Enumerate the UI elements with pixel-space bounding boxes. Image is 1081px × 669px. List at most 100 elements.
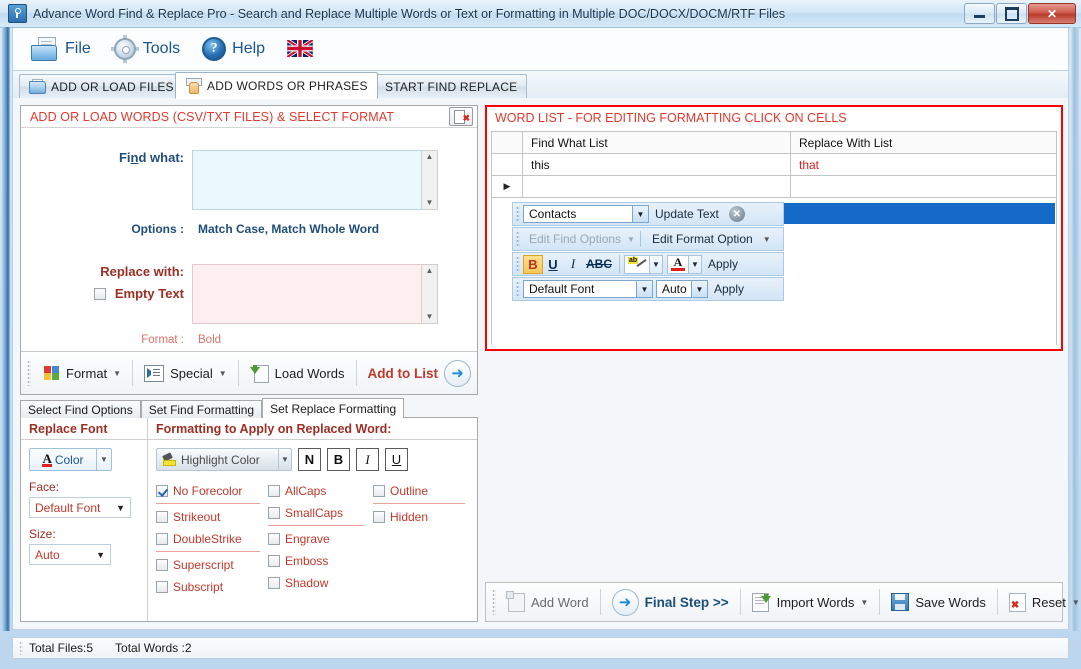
replace-with-scrollbar[interactable]: ▲ ▼ xyxy=(422,264,438,324)
normal-style-button[interactable]: N xyxy=(298,448,321,471)
checkbox-outline[interactable]: Outline xyxy=(373,480,473,502)
import-words-button[interactable]: Import Words ▼ xyxy=(744,589,877,615)
table-row[interactable]: ▶ xyxy=(492,176,1056,198)
save-words-button[interactable]: Save Words xyxy=(883,589,994,615)
empty-text-checkbox[interactable] xyxy=(94,288,107,300)
face-label: Face: xyxy=(29,480,60,494)
tab-add-words-or-phrases[interactable]: ADD WORDS OR PHRASES xyxy=(175,72,378,99)
tab-start-find-replace[interactable]: START FIND REPLACE xyxy=(353,74,528,98)
font-color-dropdown[interactable]: ▼ xyxy=(689,254,702,274)
format-button[interactable]: Format ▼ xyxy=(35,361,129,385)
size-select[interactable]: Auto ▼ xyxy=(29,544,111,565)
maximize-button[interactable] xyxy=(996,3,1027,24)
italic-button[interactable]: I xyxy=(563,255,583,274)
highlight-color-dropdown[interactable]: ▼ xyxy=(650,254,663,274)
clear-words-button[interactable]: ✖ xyxy=(449,107,473,126)
chevron-down-icon[interactable]: ▼ xyxy=(691,281,707,297)
checkbox-superscript[interactable]: Superscript xyxy=(156,554,268,576)
language-selector[interactable] xyxy=(279,37,321,61)
checkbox-box[interactable] xyxy=(156,559,168,571)
checkbox-box[interactable] xyxy=(156,485,168,497)
checkbox-engrave[interactable]: Engrave xyxy=(268,528,373,550)
checkbox-box[interactable] xyxy=(268,577,280,589)
update-text-button[interactable]: Update Text xyxy=(649,207,725,221)
checkbox-emboss[interactable]: Emboss xyxy=(268,550,373,572)
checkbox-box[interactable] xyxy=(268,485,280,497)
checkbox-smallcaps[interactable]: SmallCaps xyxy=(268,502,373,524)
checkbox-box[interactable] xyxy=(268,533,280,545)
tab-set-replace-formatting[interactable]: Set Replace Formatting xyxy=(262,398,405,418)
face-select[interactable]: Default Font ▼ xyxy=(29,497,131,518)
toolbar-grip[interactable] xyxy=(27,360,31,386)
font-color-button[interactable]: A Color xyxy=(29,448,97,471)
checkbox-hidden[interactable]: Hidden xyxy=(373,506,473,528)
edit-format-option-button[interactable]: Edit Format Option xyxy=(646,232,759,246)
format-checkbox-column-1: No Forecolor Strikeout DoubleStrike Supe… xyxy=(156,480,268,598)
font-color-dropdown[interactable]: ▼ xyxy=(97,448,112,471)
cancel-circle-icon[interactable]: ✕ xyxy=(728,206,745,222)
italic-style-button[interactable]: I xyxy=(356,448,379,471)
column-header-find-what[interactable]: Find What List xyxy=(523,132,791,153)
checkbox-box[interactable] xyxy=(268,507,280,519)
bold-button[interactable]: B xyxy=(523,254,543,274)
checkbox-shadow[interactable]: Shadow xyxy=(268,572,373,594)
strikethrough-button[interactable]: ABC xyxy=(583,255,615,274)
toolbar-grip[interactable] xyxy=(492,589,496,615)
highlight-color-dropdown[interactable]: ▼ xyxy=(278,448,292,471)
checkbox-no-forecolor[interactable]: No Forecolor xyxy=(156,480,268,502)
checkbox-box[interactable] xyxy=(268,555,280,567)
replace-with-input[interactable] xyxy=(192,264,422,324)
row-selector[interactable] xyxy=(492,154,523,175)
tab-select-find-options[interactable]: Select Find Options xyxy=(20,400,141,418)
tab-set-find-formatting[interactable]: Set Find Formatting xyxy=(140,400,263,418)
find-what-input[interactable] xyxy=(192,150,422,210)
menu-item-help[interactable]: ? Help xyxy=(194,34,273,64)
chevron-down-icon[interactable]: ▼ xyxy=(632,206,648,222)
checkbox-box[interactable] xyxy=(156,581,168,593)
toolbar-grip[interactable] xyxy=(516,281,520,297)
editor-size-select[interactable]: Auto ▼ xyxy=(656,280,708,298)
checkbox-subscript[interactable]: Subscript xyxy=(156,576,268,598)
toolbar-grip[interactable] xyxy=(516,256,520,272)
cell-find-what[interactable] xyxy=(523,176,791,197)
menu-item-tools[interactable]: Tools xyxy=(105,34,188,64)
edit-text-combo[interactable]: Contacts ▼ xyxy=(523,205,649,223)
highlight-color-icon[interactable]: ab xyxy=(624,254,650,274)
bold-style-button[interactable]: B xyxy=(327,448,350,471)
add-to-list-button[interactable]: Add to List ➜ xyxy=(360,356,480,391)
table-row[interactable]: this that xyxy=(492,154,1056,176)
cell-replace-with[interactable] xyxy=(791,176,1056,197)
close-button[interactable]: ✕ xyxy=(1028,3,1076,24)
cell-find-what[interactable]: this xyxy=(523,154,791,175)
chevron-down-icon[interactable]: ▼ xyxy=(636,281,652,297)
checkbox-box[interactable] xyxy=(373,485,385,497)
checkbox-strikeout[interactable]: Strikeout xyxy=(156,506,268,528)
menu-item-file[interactable]: File xyxy=(23,34,99,64)
checkbox-allcaps[interactable]: AllCaps xyxy=(268,480,373,502)
minimize-button[interactable] xyxy=(964,3,995,24)
column-header-replace-with[interactable]: Replace With List xyxy=(791,132,1056,153)
find-what-scrollbar[interactable]: ▲ ▼ xyxy=(422,150,438,210)
final-step-button[interactable]: ➜ Final Step >> xyxy=(604,585,737,620)
checkbox-box[interactable] xyxy=(373,511,385,523)
toolbar-grip[interactable] xyxy=(516,231,520,247)
font-color-icon[interactable]: A xyxy=(667,254,689,274)
highlight-color-button[interactable]: Highlight Color xyxy=(156,448,278,471)
cell-replace-with[interactable]: that xyxy=(791,154,1056,175)
toolbar-grip[interactable] xyxy=(516,206,520,222)
underline-button[interactable]: U xyxy=(543,255,563,274)
editor-font-select[interactable]: Default Font ▼ xyxy=(523,280,653,298)
checkbox-box[interactable] xyxy=(156,511,168,523)
underline-style-button[interactable]: U xyxy=(385,448,408,471)
tab-add-or-load-files[interactable]: ADD OR LOAD FILES xyxy=(19,74,184,98)
special-button[interactable]: Special ▼ xyxy=(136,361,235,386)
add-word-button[interactable]: Add Word xyxy=(500,589,597,616)
apply-font-button[interactable]: Apply xyxy=(708,282,750,296)
apply-format-button[interactable]: Apply xyxy=(702,257,744,271)
reset-button[interactable]: ✖ Reset ▼ xyxy=(1001,589,1081,616)
edit-find-options-button[interactable]: Edit Find Options xyxy=(523,232,627,246)
checkbox-box[interactable] xyxy=(156,533,168,545)
checkbox-doublestrike[interactable]: DoubleStrike xyxy=(156,528,268,550)
load-words-button[interactable]: Load Words xyxy=(242,361,353,386)
row-selector[interactable]: ▶ xyxy=(492,176,523,197)
